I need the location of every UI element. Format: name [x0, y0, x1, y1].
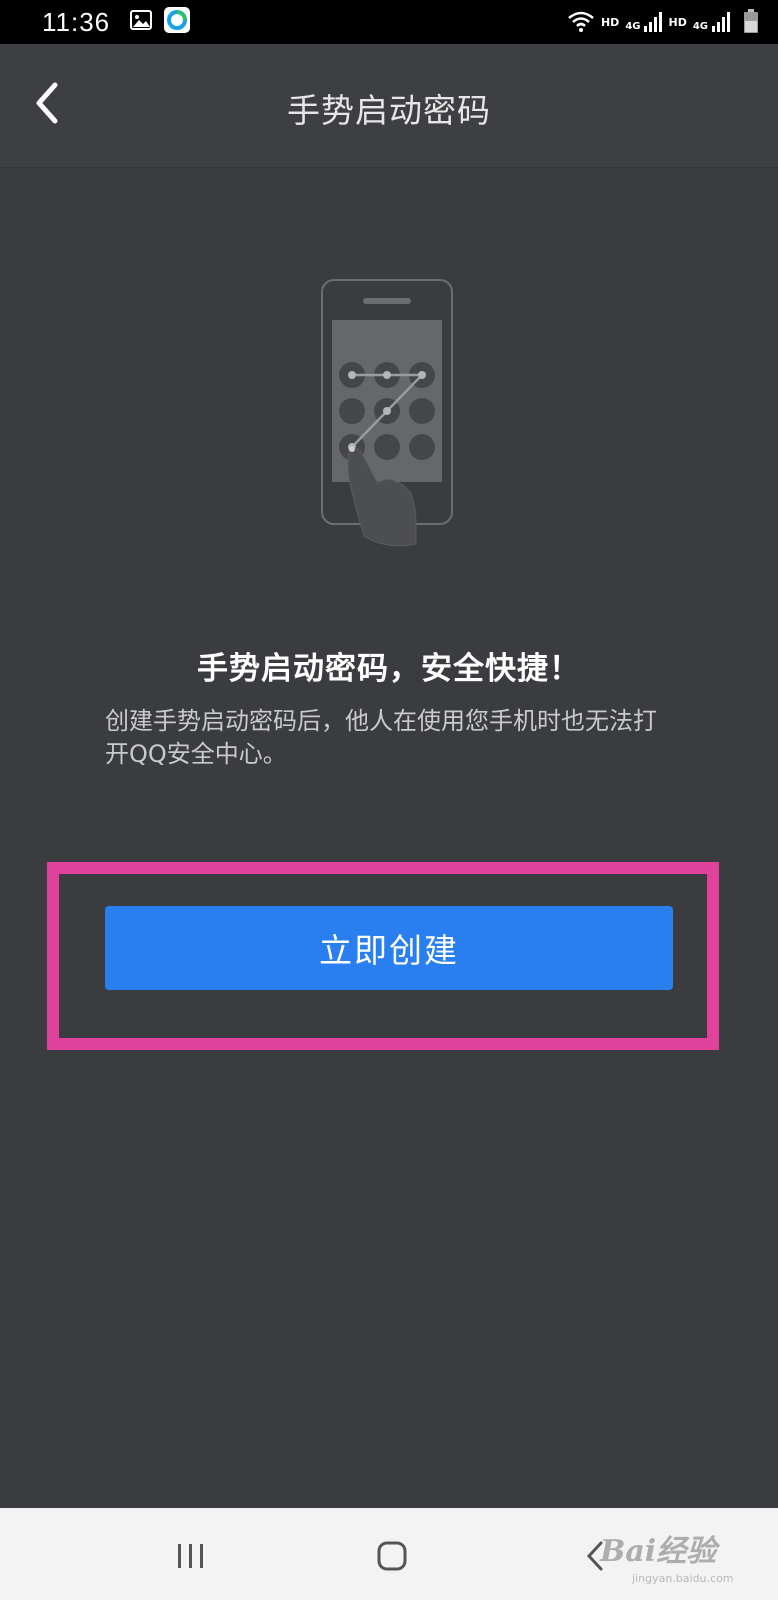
navigation-bar: Bai经验 jingyan.baidu.com: [0, 1508, 778, 1600]
status-left-icons: [130, 7, 191, 37]
page-title: 手势启动密码: [287, 91, 491, 130]
signal-icon: 4G: [625, 12, 663, 32]
watermark-brand: Bai经验: [600, 1534, 717, 1569]
status-bar: 11:36 HD 4G HD 4G: [0, 0, 778, 44]
watermark-domain: jingyan.baidu.com: [632, 1572, 734, 1585]
status-right-icons: HD 4G HD 4G: [567, 8, 758, 36]
hd-indicator: HD: [600, 15, 620, 29]
network-type: 4G: [625, 21, 641, 32]
recents-icon[interactable]: [176, 1542, 206, 1570]
image-icon: [130, 10, 153, 34]
screen: 11:36 HD 4G HD 4G 手势启动密码 手势启动密码，安全快捷！ 创建…: [0, 0, 778, 1600]
hd-indicator: HD: [668, 15, 687, 29]
gesture-unlock-phone-icon: [316, 278, 461, 550]
status-time: 11:36: [42, 6, 111, 37]
home-icon[interactable]: [376, 1540, 408, 1572]
app-icon: [164, 7, 191, 37]
signal-icon: 4G: [693, 12, 730, 32]
create-now-button[interactable]: 立即创建: [105, 906, 673, 990]
app-header: 手势启动密码: [0, 44, 778, 168]
wifi-icon: [567, 10, 595, 35]
battery-icon: [744, 8, 758, 36]
description: 创建手势启动密码后，他人在使用您手机时也无法打开QQ安全中心。: [105, 707, 657, 768]
network-type: 4G: [692, 21, 708, 32]
headline: 手势启动密码，安全快捷！: [197, 651, 581, 687]
